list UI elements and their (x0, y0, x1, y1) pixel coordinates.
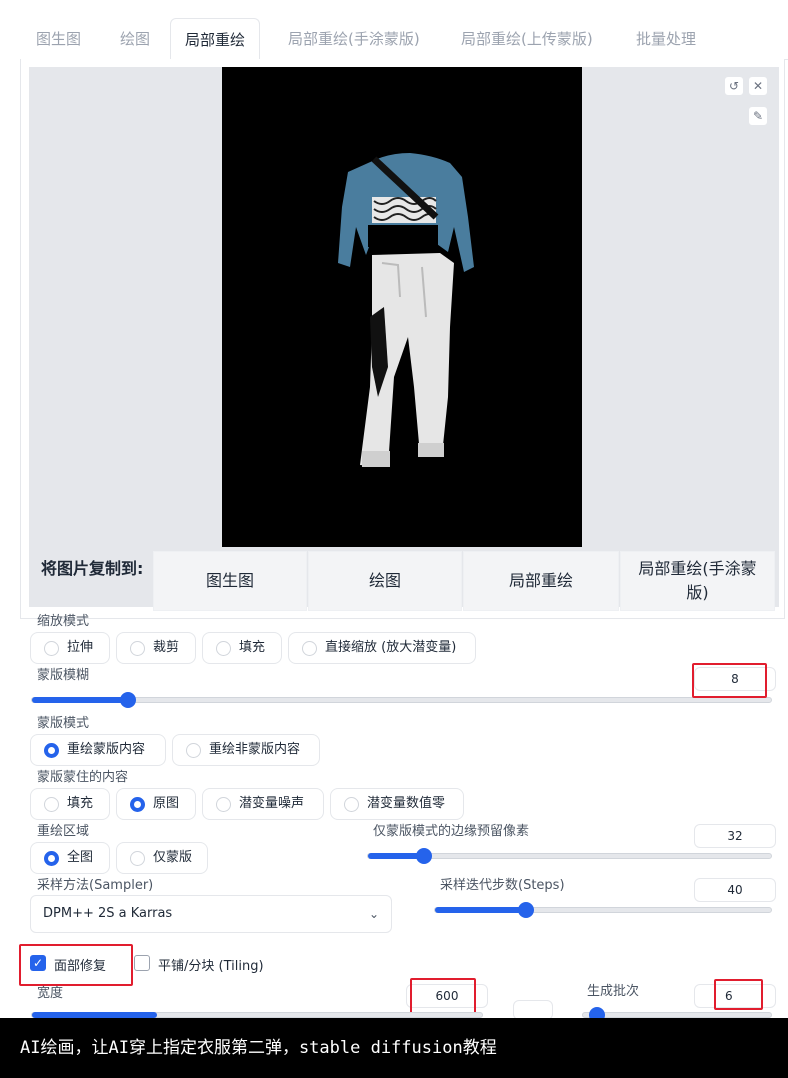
radio-dot (130, 797, 145, 812)
copy-to-inpaint-button[interactable]: 局部重绘 (463, 551, 619, 611)
radio-dot (302, 641, 317, 656)
tab-sketch[interactable]: 绘图 (106, 18, 164, 60)
radio-dot (44, 797, 59, 812)
radio-label: 潜变量数值零 (367, 796, 446, 811)
highlight-box (19, 944, 133, 986)
masked-content-label: 蒙版蒙住的内容 (37, 770, 129, 785)
mask-mode-label: 蒙版模式 (37, 716, 90, 731)
steps-label: 采样迭代步数(Steps) (440, 878, 565, 893)
radio-dot (130, 851, 145, 866)
padding-label: 仅蒙版模式的边缘预留像素 (373, 824, 530, 839)
radio-dot (44, 851, 59, 866)
radio-dot (44, 743, 59, 758)
inpaint-area-label: 重绘区域 (37, 824, 90, 839)
copy-to-img2img-button[interactable]: 图生图 (153, 551, 307, 611)
tab-img2img[interactable]: 图生图 (22, 18, 95, 60)
resize-mode-fill[interactable]: 填充 (202, 632, 282, 664)
close-icon[interactable]: ✕ (748, 76, 768, 96)
steps-slider[interactable] (434, 902, 772, 918)
copy-to-inpaint-sketch-button[interactable]: 局部重绘(手涂蒙 版) (620, 551, 775, 611)
steps-input[interactable]: 40 (694, 878, 776, 902)
chevron-down-icon: ⌄ (368, 907, 379, 921)
radio-label: 原图 (153, 796, 180, 811)
radio-label: 填充 (239, 640, 266, 655)
radio-label: 拉伸 (67, 640, 94, 655)
tab-inpaint-upload[interactable]: 局部重绘(上传蒙版) (447, 18, 607, 60)
copy-to-sketch-button[interactable]: 绘图 (308, 551, 462, 611)
radio-dot (130, 641, 145, 656)
radio-label: 裁剪 (153, 640, 180, 655)
sampler-value: DPM++ 2S a Karras (43, 906, 173, 921)
sampler-label: 采样方法(Sampler) (37, 878, 154, 893)
tab-batch[interactable]: 批量处理 (622, 18, 710, 60)
resize-mode-stretch[interactable]: 拉伸 (30, 632, 110, 664)
mask-blur-slider[interactable] (31, 692, 772, 708)
batch-count-label: 生成批次 (587, 984, 640, 999)
masked-content-original[interactable]: 原图 (116, 788, 196, 820)
clothing-image (338, 153, 474, 467)
slider-thumb[interactable] (120, 692, 137, 708)
masked-content-latent-nothing[interactable]: 潜变量数值零 (330, 788, 464, 820)
width-label: 宽度 (37, 986, 64, 1001)
inpaint-area-only-masked[interactable]: 仅蒙版 (116, 842, 208, 874)
swap-dimensions-button[interactable] (513, 1000, 553, 1020)
padding-input[interactable]: 32 (694, 824, 776, 848)
tiling-label: 平铺/分块 (Tiling) (158, 959, 264, 974)
radio-label: 直接缩放 (放大潜变量) (325, 640, 457, 655)
highlight-box (692, 663, 767, 698)
radio-label: 潜变量噪声 (239, 796, 305, 811)
undo-icon[interactable]: ↺ (724, 76, 744, 96)
radio-label: 全图 (67, 850, 94, 865)
radio-label: 仅蒙版 (153, 850, 193, 865)
slider-thumb[interactable] (416, 848, 433, 864)
masked-content-fill[interactable]: 填充 (30, 788, 110, 820)
resize-mode-crop[interactable]: 裁剪 (116, 632, 196, 664)
mask-mode-inpaint-masked[interactable]: 重绘蒙版内容 (30, 734, 166, 766)
slider-fill (435, 907, 526, 913)
inpaint-area-whole[interactable]: 全图 (30, 842, 110, 874)
tab-inpaint[interactable]: 局部重绘 (170, 18, 261, 61)
masked-content-latent-noise[interactable]: 潜变量噪声 (202, 788, 324, 820)
radio-dot (216, 641, 231, 656)
mask-mode-inpaint-not-masked[interactable]: 重绘非蒙版内容 (172, 734, 320, 766)
tab-bar: 图生图 绘图 局部重绘 局部重绘(手涂蒙版) 局部重绘(上传蒙版) 批量处理 (20, 18, 788, 61)
tiling-checkbox[interactable] (134, 955, 150, 971)
resize-mode-label: 缩放模式 (37, 614, 90, 629)
radio-dot (186, 743, 201, 758)
radio-dot (344, 797, 359, 812)
slider-fill (32, 697, 129, 703)
radio-dot (216, 797, 231, 812)
copy-to-row: 将图片复制到: 图生图 绘图 局部重绘 局部重绘(手涂蒙 版) (29, 547, 779, 611)
radio-label: 填充 (67, 796, 94, 811)
copy-to-label: 将图片复制到: (41, 559, 144, 578)
inpaint-canvas[interactable] (222, 67, 582, 547)
mask-blur-label: 蒙版模糊 (37, 668, 90, 683)
video-caption: AI绘画，让AI穿上指定衣服第二弹，stable diffusion教程 (0, 1018, 788, 1078)
image-editor-panel: ↺ ✕ ✎ 将图片复制到: 图生图 绘图 局部重绘 局部重绘(手涂蒙 版) (20, 59, 785, 619)
radio-label: 重绘非蒙版内容 (209, 742, 301, 757)
brush-icon[interactable]: ✎ (748, 106, 768, 126)
padding-slider[interactable] (367, 848, 772, 864)
tab-inpaint-sketch[interactable]: 局部重绘(手涂蒙版) (274, 18, 434, 60)
radio-dot (44, 641, 59, 656)
slider-thumb[interactable] (517, 902, 534, 918)
sampler-select[interactable]: DPM++ 2S a Karras ⌄ (30, 895, 392, 933)
resize-mode-latent[interactable]: 直接缩放 (放大潜变量) (288, 632, 476, 664)
radio-label: 重绘蒙版内容 (67, 742, 146, 757)
highlight-box (714, 979, 763, 1010)
